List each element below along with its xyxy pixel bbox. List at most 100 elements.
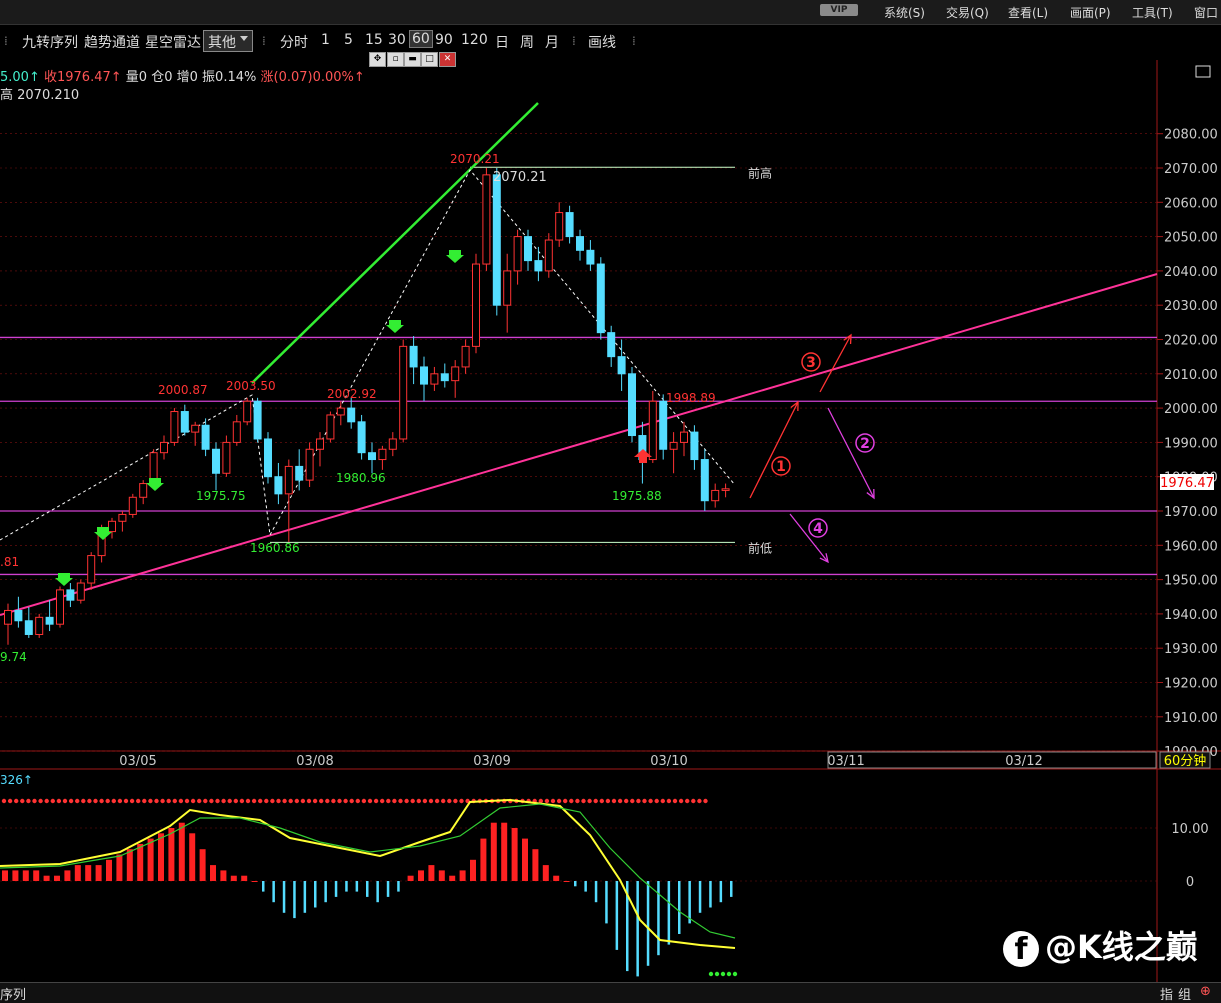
macd-signal-dot [190, 798, 196, 804]
indicator-td-sequential[interactable]: 九转序列 [22, 32, 78, 52]
period-1[interactable]: 1 [321, 32, 330, 48]
macd-signal-dot [50, 798, 55, 804]
open-interest: 仓0 [151, 70, 173, 85]
candle-body [76, 582, 85, 601]
period-60[interactable]: 60 [409, 30, 433, 48]
macd-signal-dot [14, 798, 19, 804]
period-month[interactable]: 月 [545, 32, 559, 52]
macd-histogram-bar [563, 881, 570, 882]
macd-histogram-bar [345, 881, 348, 892]
macd-signal-dot [337, 798, 342, 804]
menu-window[interactable]: 窗口 [1194, 4, 1218, 21]
macd-histogram-bar [137, 843, 144, 881]
macd-histogram-bar [532, 849, 539, 881]
change: 涨(0.07)0.00%↑ [260, 70, 365, 85]
candle-body [336, 407, 345, 416]
period-intraday[interactable]: 分时 [280, 32, 308, 52]
macd-signal-dot [708, 971, 714, 977]
period-5[interactable]: 5 [344, 32, 353, 48]
vip-badge: VIP [820, 4, 858, 16]
candle-body [440, 373, 449, 382]
macd-signal-dot [605, 798, 611, 804]
macd-signal-dot [544, 798, 550, 804]
indicator-star-radar[interactable]: 星空雷达 [145, 32, 201, 52]
macd-signal-dot [203, 798, 208, 804]
menu-screen[interactable]: 画面(P) [1070, 4, 1111, 21]
candle-body [4, 609, 12, 625]
macd-histogram-bar [199, 849, 206, 881]
menu-trade[interactable]: 交易(Q) [946, 4, 989, 21]
restore-icon[interactable]: ▫ [387, 52, 404, 67]
macd-histogram-bar [282, 881, 286, 913]
macd-histogram-bar [220, 870, 227, 881]
chevron-down-icon [240, 36, 248, 41]
period-90[interactable]: 90 [435, 32, 453, 48]
macd-histogram-bar [438, 870, 445, 881]
macd-signal-dot [556, 798, 562, 804]
toolbar-separator: ⁞ [262, 34, 266, 48]
candle-body [212, 448, 220, 474]
macd-histogram-bar [355, 881, 359, 892]
macd-histogram-bar [522, 838, 528, 881]
candle-body [721, 488, 730, 491]
close-icon[interactable]: ✕ [439, 52, 456, 67]
menu-view[interactable]: 查看(L) [1008, 4, 1048, 21]
price-annotation: 1975.88 [612, 489, 662, 503]
period-week[interactable]: 周 [520, 32, 534, 52]
macd-signal-dot [136, 798, 141, 804]
macd-signal-dot [447, 798, 452, 804]
macd-signal-dot [367, 798, 373, 804]
chart-canvas[interactable]: 2080.002070.002060.002050.002040.002030.… [0, 0, 1221, 1002]
macd-signal-dot [75, 798, 80, 804]
macd-signal-dot [666, 798, 672, 804]
macd-signal-dot [648, 798, 653, 804]
macd-histogram-bar [490, 822, 497, 881]
macd-signal-dot [44, 798, 49, 804]
macd-signal-dot [630, 798, 635, 804]
maximize-icon[interactable]: □ [421, 52, 438, 67]
macd-histogram-bar [449, 875, 456, 881]
macd-signal-dot [7, 798, 13, 804]
menu-tools[interactable]: 工具(T) [1132, 4, 1173, 21]
candle-body [87, 555, 96, 584]
price-tick-label: 2040.00 [1164, 265, 1218, 280]
candle-body [118, 513, 127, 522]
watermark: f @K线之巅 [1003, 922, 1198, 968]
macd-signal-dot [410, 798, 415, 804]
minimize-icon[interactable]: ▬ [404, 52, 421, 67]
price-annotation: 1998.89 [666, 391, 716, 405]
candle-body [576, 236, 584, 251]
macd-histogram-bar [230, 875, 237, 881]
period-120[interactable]: 120 [461, 32, 488, 48]
candle-body [139, 483, 148, 498]
indicator-trend-channel[interactable]: 趋势通道 [84, 32, 140, 52]
candle-body [472, 263, 480, 347]
status-group-tab[interactable]: 组 [1178, 984, 1191, 1003]
indicator-dropdown[interactable]: 其他 [203, 30, 253, 52]
macd-histogram-bar [719, 881, 723, 903]
draw-lines-button[interactable]: 画线 [588, 32, 616, 52]
move-icon[interactable]: ✥ [369, 52, 386, 67]
macd-histogram-bar [470, 859, 476, 881]
candle-body [14, 609, 23, 622]
status-index-tab[interactable]: 指 [1160, 984, 1173, 1003]
candle-body [316, 438, 324, 450]
macd-histogram-bar [698, 881, 702, 913]
menu-system[interactable]: 系统(S) [884, 4, 925, 21]
macd-signal-dot [258, 798, 263, 804]
status-left-label[interactable]: 序列 [0, 984, 26, 1003]
period-15[interactable]: 15 [365, 32, 383, 48]
period-day[interactable]: 日 [495, 32, 509, 52]
macd-histogram-bar [709, 881, 712, 908]
candle-body [648, 400, 657, 461]
macd-histogram-bar [594, 881, 598, 903]
period-30[interactable]: 30 [388, 32, 406, 48]
macd-signal-dot [215, 798, 220, 804]
add-icon[interactable]: ⊕ [1200, 984, 1211, 999]
price-tick-label: 2010.00 [1164, 368, 1218, 383]
macd-tick-label: 10.00 [1171, 822, 1208, 837]
price-annotation: 2070.21 [450, 152, 500, 166]
macd-signal-dot [300, 798, 306, 804]
candle-body [243, 400, 252, 423]
price-annotation: 2070.21 [493, 170, 547, 185]
